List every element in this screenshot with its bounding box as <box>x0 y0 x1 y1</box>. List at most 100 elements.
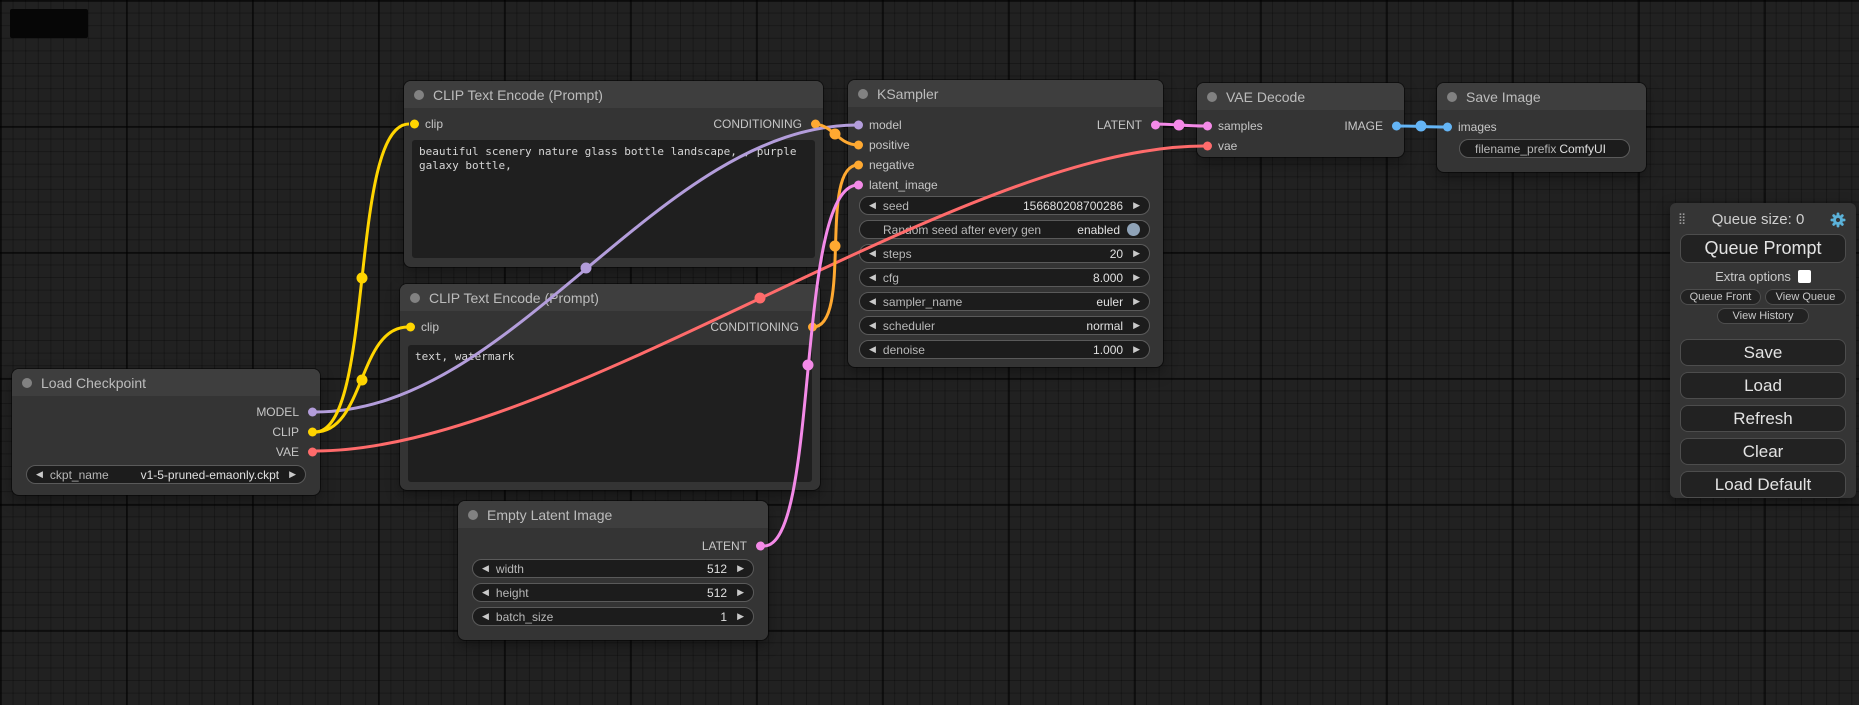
collapse-dot-icon[interactable] <box>410 293 420 303</box>
input-row-negative: negative <box>848 155 1053 175</box>
decrement-arrow-icon[interactable]: ◀ <box>869 345 876 354</box>
collapse-dot-icon[interactable] <box>22 378 32 388</box>
increment-arrow-icon[interactable]: ▶ <box>737 588 744 597</box>
seed-widget[interactable]: ◀ seed 156680208700286 ▶ <box>859 196 1150 215</box>
node-empty-latent-image[interactable]: Empty Latent Image LATENT ◀ width 512 ▶ … <box>458 501 768 640</box>
clip-output-slot[interactable] <box>308 428 317 437</box>
decrement-arrow-icon[interactable]: ◀ <box>869 297 876 306</box>
decrement-arrow-icon[interactable]: ◀ <box>869 273 876 282</box>
decrement-arrow-icon[interactable]: ◀ <box>482 588 489 597</box>
increment-arrow-icon[interactable]: ▶ <box>1133 297 1140 306</box>
drag-handle-icon[interactable]: ⣿ <box>1678 214 1686 225</box>
settings-gear-icon[interactable] <box>1830 212 1846 228</box>
increment-arrow-icon[interactable]: ▶ <box>1133 321 1140 330</box>
node-graph-canvas[interactable]: Load Checkpoint MODEL CLIP VAE ◀ ckpt_na… <box>0 0 1859 705</box>
decrement-arrow-icon[interactable]: ◀ <box>36 470 43 479</box>
node-titlebar[interactable]: CLIP Text Encode (Prompt) <box>404 81 823 108</box>
node-titlebar[interactable]: CLIP Text Encode (Prompt) <box>400 284 820 311</box>
toggle-icon[interactable] <box>1127 223 1140 236</box>
clip-input-slot[interactable] <box>410 120 419 129</box>
height-widget[interactable]: ◀ height 512 ▶ <box>472 583 754 602</box>
image-output-slot[interactable] <box>1392 122 1401 131</box>
increment-arrow-icon[interactable]: ▶ <box>737 612 744 621</box>
widget-value: 512 <box>707 562 727 576</box>
width-widget[interactable]: ◀ width 512 ▶ <box>472 559 754 578</box>
model-output-slot[interactable] <box>308 408 317 417</box>
decrement-arrow-icon[interactable]: ◀ <box>869 249 876 258</box>
prompt-textarea[interactable]: text, watermark <box>408 345 812 482</box>
link-midpoint-dot[interactable] <box>1416 121 1427 132</box>
sampler-name-widget[interactable]: ◀ sampler_name euler ▶ <box>859 292 1150 311</box>
increment-arrow-icon[interactable]: ▶ <box>1133 273 1140 282</box>
queue-front-button[interactable]: Queue Front <box>1680 289 1761 305</box>
save-button[interactable]: Save <box>1680 339 1846 366</box>
link-midpoint-dot[interactable] <box>357 273 368 284</box>
queue-prompt-button[interactable]: Queue Prompt <box>1680 234 1846 263</box>
link-midpoint-dot[interactable] <box>357 375 368 386</box>
collapse-dot-icon[interactable] <box>1447 92 1457 102</box>
vae-input-slot[interactable] <box>1203 142 1212 151</box>
vae-output-slot[interactable] <box>308 448 317 457</box>
link-midpoint-dot[interactable] <box>830 129 841 140</box>
negative-input-slot[interactable] <box>854 161 863 170</box>
node-titlebar[interactable]: Save Image <box>1437 83 1646 110</box>
output-row-model: MODEL <box>12 402 320 422</box>
scheduler-widget[interactable]: ◀ scheduler normal ▶ <box>859 316 1150 335</box>
increment-arrow-icon[interactable]: ▶ <box>737 564 744 573</box>
increment-arrow-icon[interactable]: ▶ <box>1133 201 1140 210</box>
images-input-slot[interactable] <box>1443 123 1452 132</box>
conditioning-output-slot[interactable] <box>808 323 817 332</box>
widget-label: cfg <box>883 271 899 285</box>
increment-arrow-icon[interactable]: ▶ <box>1133 345 1140 354</box>
increment-arrow-icon[interactable]: ▶ <box>289 470 296 479</box>
view-queue-button[interactable]: View Queue <box>1765 289 1846 305</box>
widget-value: ComfyUI <box>1559 142 1606 156</box>
link-midpoint-dot[interactable] <box>1174 120 1185 131</box>
decrement-arrow-icon[interactable]: ◀ <box>482 564 489 573</box>
denoise-widget[interactable]: ◀ denoise 1.000 ▶ <box>859 340 1150 359</box>
positive-input-slot[interactable] <box>854 141 863 150</box>
extra-options-checkbox[interactable] <box>1798 270 1811 283</box>
model-input-slot[interactable] <box>854 121 863 130</box>
decrement-arrow-icon[interactable]: ◀ <box>482 612 489 621</box>
collapse-dot-icon[interactable] <box>858 89 868 99</box>
steps-widget[interactable]: ◀ steps 20 ▶ <box>859 244 1150 263</box>
latent-output-slot[interactable] <box>756 542 765 551</box>
latent-output-slot[interactable] <box>1151 121 1160 130</box>
link-midpoint-dot[interactable] <box>830 241 841 252</box>
node-clip-text-encode-positive[interactable]: CLIP Text Encode (Prompt) clip CONDITION… <box>404 81 823 267</box>
node-ksampler[interactable]: KSampler LATENT model positive negative … <box>848 80 1163 367</box>
conditioning-output-slot[interactable] <box>811 120 820 129</box>
refresh-button[interactable]: Refresh <box>1680 405 1846 432</box>
collapse-dot-icon[interactable] <box>468 510 478 520</box>
input-row-positive: positive <box>848 135 1053 155</box>
node-titlebar[interactable]: Load Checkpoint <box>12 369 320 396</box>
node-save-image[interactable]: Save Image images filename_prefix ComfyU… <box>1437 83 1646 172</box>
extra-options-label: Extra options <box>1715 269 1791 284</box>
collapse-dot-icon[interactable] <box>1207 92 1217 102</box>
prompt-textarea[interactable]: beautiful scenery nature glass bottle la… <box>412 140 815 258</box>
node-load-checkpoint[interactable]: Load Checkpoint MODEL CLIP VAE ◀ ckpt_na… <box>12 369 320 495</box>
cfg-widget[interactable]: ◀ cfg 8.000 ▶ <box>859 268 1150 287</box>
node-titlebar[interactable]: KSampler <box>848 80 1163 107</box>
clip-input-slot[interactable] <box>406 323 415 332</box>
filename-prefix-widget[interactable]: filename_prefix ComfyUI <box>1459 139 1630 158</box>
view-history-button[interactable]: View History <box>1717 308 1809 324</box>
random-seed-widget[interactable]: Random seed after every gen enabled <box>859 220 1150 239</box>
latent-image-input-slot[interactable] <box>854 181 863 190</box>
clear-button[interactable]: Clear <box>1680 438 1846 465</box>
ckpt-name-widget[interactable]: ◀ ckpt_name v1-5-pruned-emaonly.ckpt ▶ <box>26 465 306 484</box>
collapse-dot-icon[interactable] <box>414 90 424 100</box>
decrement-arrow-icon[interactable]: ◀ <box>869 321 876 330</box>
load-button[interactable]: Load <box>1680 372 1846 399</box>
samples-input-slot[interactable] <box>1203 122 1212 131</box>
batch-size-widget[interactable]: ◀ batch_size 1 ▶ <box>472 607 754 626</box>
node-titlebar[interactable]: Empty Latent Image <box>458 501 768 528</box>
load-default-button[interactable]: Load Default <box>1680 471 1846 498</box>
increment-arrow-icon[interactable]: ▶ <box>1133 249 1140 258</box>
decrement-arrow-icon[interactable]: ◀ <box>869 201 876 210</box>
node-titlebar[interactable]: VAE Decode <box>1197 83 1404 110</box>
input-row-model: model <box>848 115 1053 135</box>
node-clip-text-encode-negative[interactable]: CLIP Text Encode (Prompt) clip CONDITION… <box>400 284 820 490</box>
node-vae-decode[interactable]: VAE Decode samples IMAGE vae <box>1197 83 1404 157</box>
